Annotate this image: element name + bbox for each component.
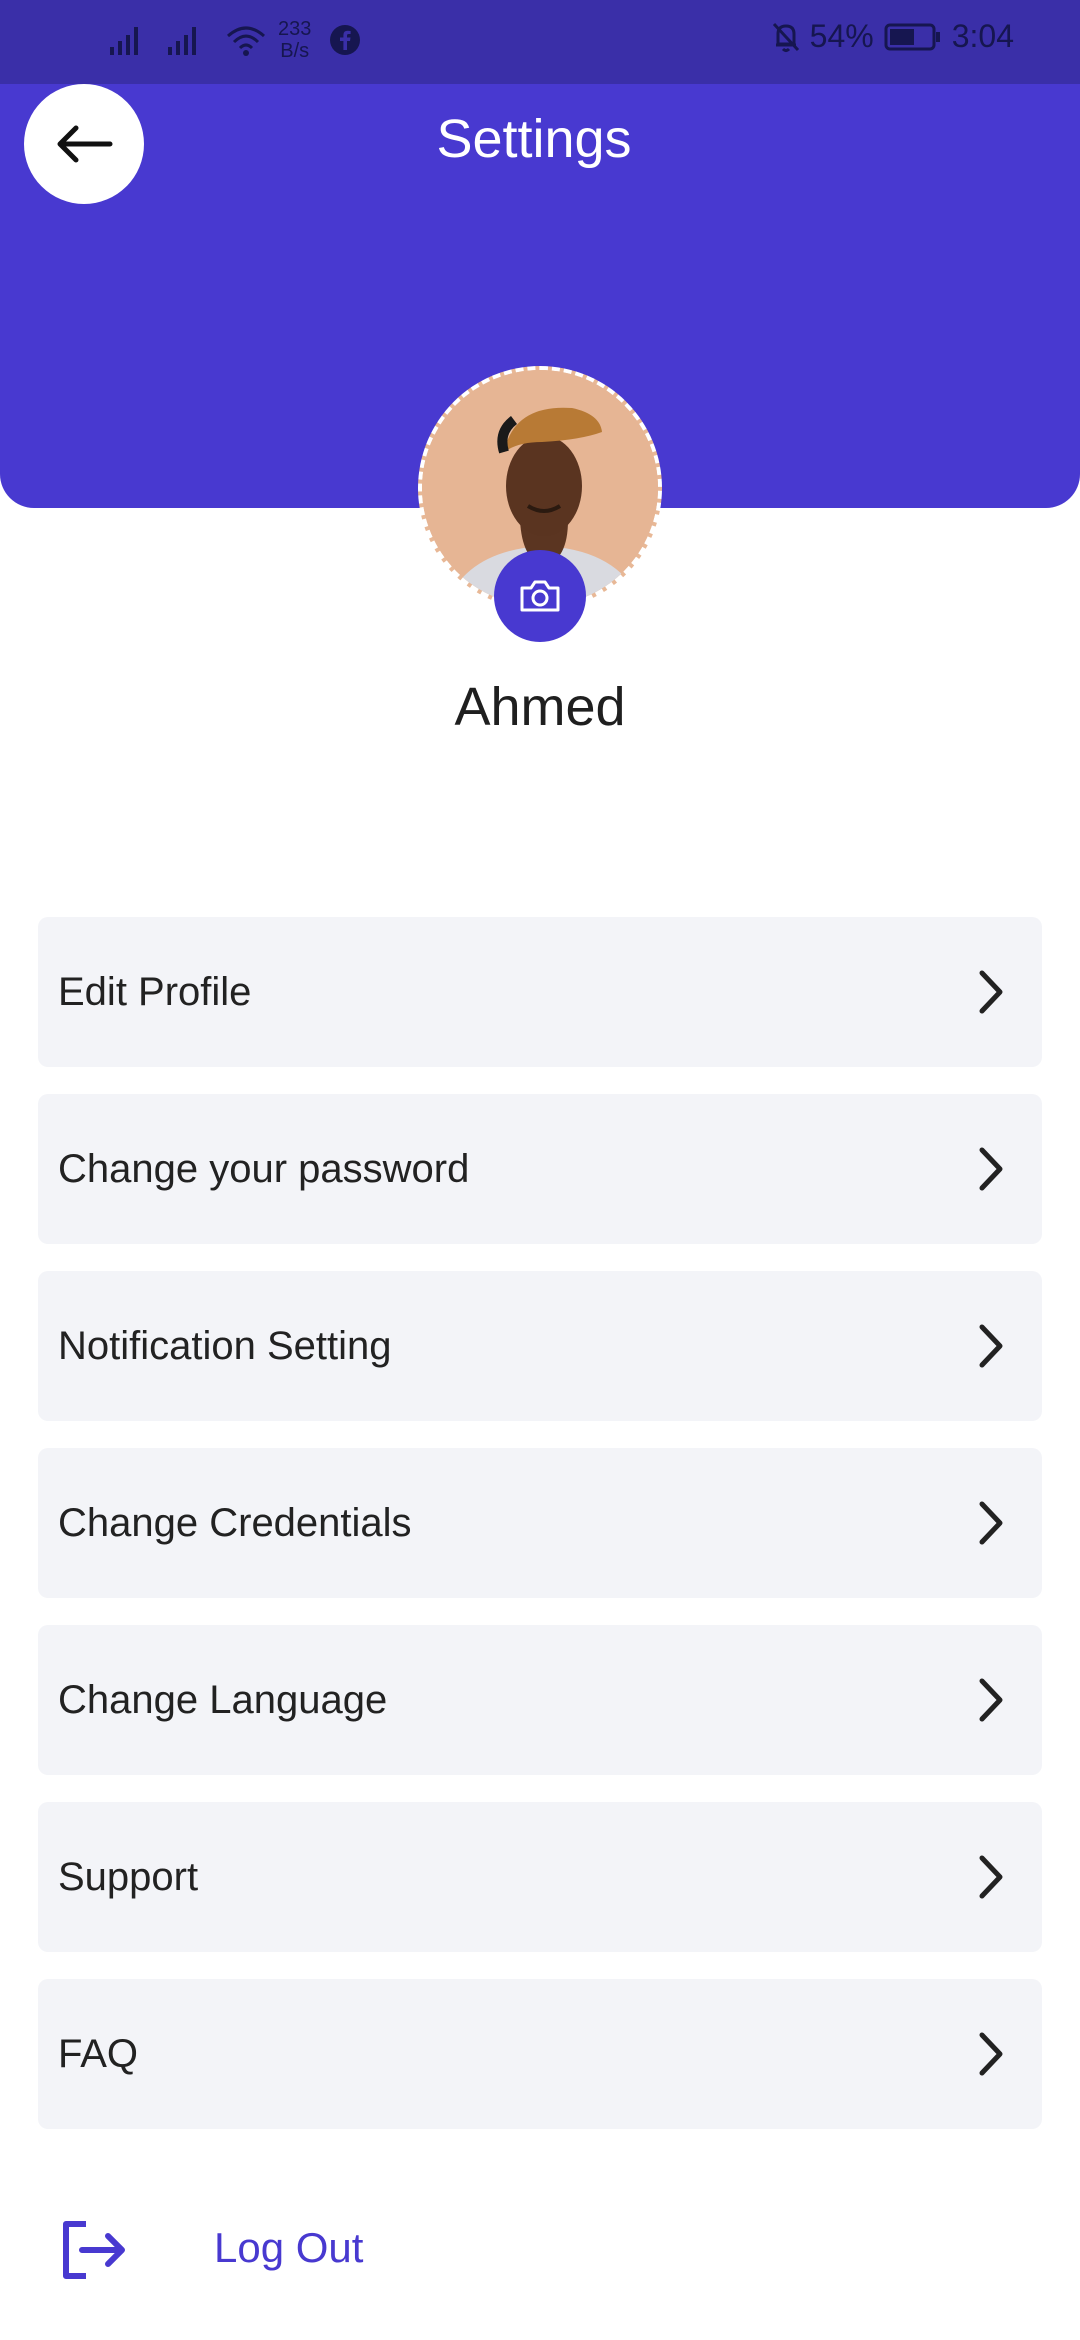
chevron-right-icon [979,1501,1003,1545]
bell-off-icon [772,22,799,52]
wifi-icon [227,26,265,56]
clock: 3:04 [951,18,1014,54]
chevron-right-icon [979,1324,1003,1368]
logout-label: Log Out [214,2224,364,2271]
chevron-right-icon [979,2032,1003,2076]
chevron-right-icon [979,1147,1003,1191]
menu-item-edit-profile[interactable]: Edit Profile [38,917,1042,1067]
menu-item-label: Edit Profile [58,970,252,1014]
facebook-icon [330,25,361,55]
menu-item-notification-setting[interactable]: Notification Setting [38,1271,1042,1421]
network-speed-value: 233 [278,18,312,40]
menu-item-label: Support [58,1855,199,1899]
menu-item-label: Change your password [58,1147,470,1191]
chevron-right-icon [979,1678,1003,1722]
signal-icon [168,27,196,55]
camera-icon [520,580,560,612]
network-speed: 233 B/s [278,18,311,62]
logout-button[interactable]: Log Out [60,2218,560,2282]
menu-item-change-password[interactable]: Change your password [38,1094,1042,1244]
menu-item-label: Notification Setting [58,1324,392,1368]
menu-item-label: FAQ [58,2032,139,2076]
menu-item-label: Change Credentials [58,1501,412,1545]
signal-icon [110,27,138,55]
settings-menu: Edit Profile Change your password Notifi… [38,917,1042,2156]
chevron-right-icon [979,970,1003,1014]
menu-item-faq[interactable]: FAQ [38,1979,1042,2129]
change-photo-button[interactable] [494,550,586,642]
menu-item-change-credentials[interactable]: Change Credentials [38,1448,1042,1598]
menu-item-label: Change Language [58,1678,388,1722]
menu-item-change-language[interactable]: Change Language [38,1625,1042,1775]
network-speed-unit: B/s [280,40,310,62]
profile-name: Ahmed [454,677,626,737]
battery-percentage: 54% [809,18,874,54]
page-title: Settings [436,109,632,169]
menu-item-support[interactable]: Support [38,1802,1042,1952]
battery-icon [884,23,940,50]
logout-icon [63,2221,125,2279]
status-bar: 233 B/s 54% 3:04 [0,0,1080,84]
chevron-right-icon [979,1855,1003,1899]
